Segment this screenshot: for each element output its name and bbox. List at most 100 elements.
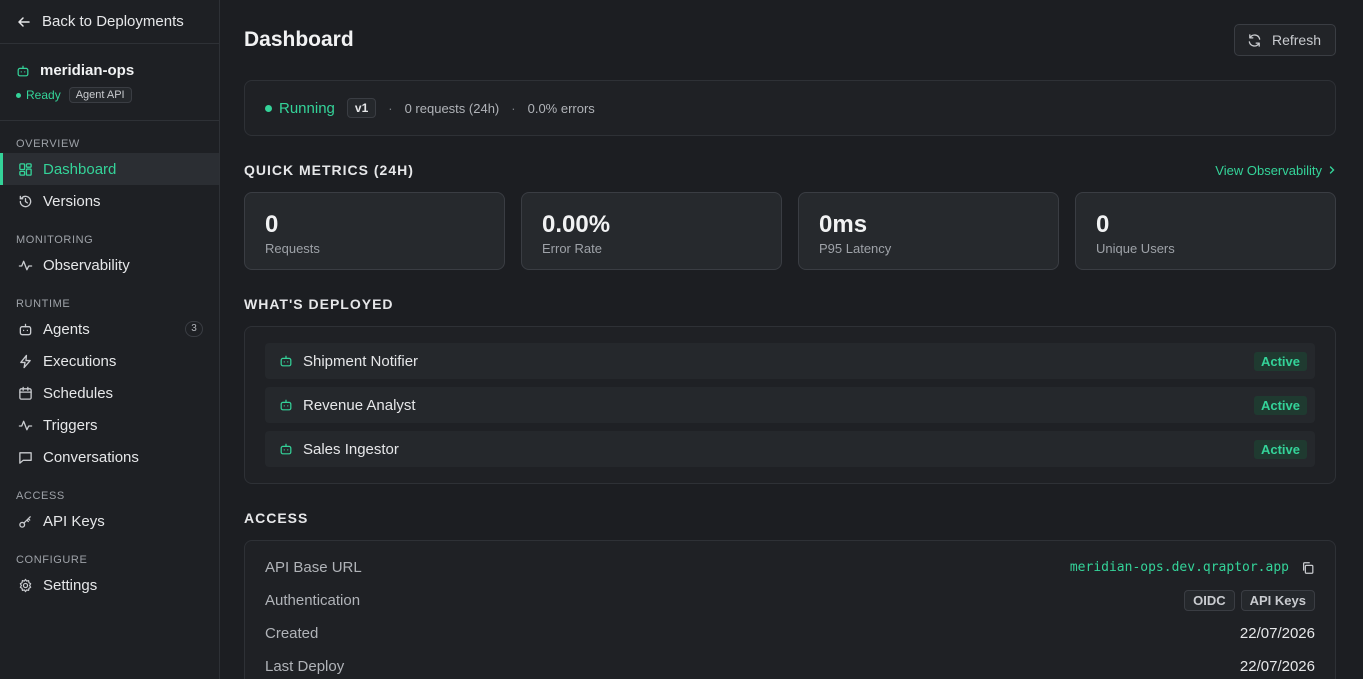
sidebar: Back to Deployments meridian-ops Ready A…	[0, 0, 220, 679]
bot-icon	[280, 399, 292, 411]
bot-icon	[280, 355, 292, 367]
auth-methods: OIDC API Keys	[1184, 590, 1315, 611]
agent-name: Sales Ingestor	[303, 440, 399, 458]
sidebar-item-schedules[interactable]: Schedules	[0, 377, 219, 409]
sidebar-item-executions[interactable]: Executions	[0, 345, 219, 377]
metric-value: 0.00%	[542, 211, 611, 238]
section-title: QUICK METRICS (24H)	[244, 162, 414, 178]
chevron-right-icon	[1329, 166, 1335, 174]
nav-section-title: OVERVIEW	[16, 138, 80, 150]
activity-icon	[18, 260, 33, 270]
metric-value: 0ms	[819, 211, 868, 238]
type-chip: Agent API	[68, 87, 132, 103]
nav-section-monitoring: MONITORING Observability	[0, 231, 219, 281]
agent-name: Revenue Analyst	[303, 396, 416, 414]
calendar-icon	[19, 386, 32, 400]
deployed-agents-list: Shipment Notifier Active Revenue Analyst…	[244, 326, 1336, 484]
access-details: API Base URL meridian-ops.dev.qraptor.ap…	[244, 540, 1336, 679]
view-observability-link[interactable]: View Observability	[1215, 163, 1336, 178]
sidebar-item-label: Schedules	[43, 384, 114, 402]
separator: ·	[511, 100, 516, 116]
zap-icon	[20, 354, 31, 368]
running-label: Running	[279, 99, 335, 117]
nav-section-title: CONFIGURE	[16, 554, 88, 566]
auth-chip-api-keys: API Keys	[1240, 590, 1315, 611]
link-label: View Observability	[1215, 162, 1322, 178]
row-label: Last Deploy	[265, 658, 345, 675]
metric-card-unique-users: 0 Unique Users	[1075, 192, 1336, 270]
row-label: Created	[265, 625, 319, 642]
separator: ·	[388, 100, 393, 116]
running-status: Running	[265, 100, 335, 117]
errors-summary: 0.0% errors	[527, 100, 595, 116]
page-header: Dashboard Refresh	[244, 0, 1336, 80]
project-header: meridian-ops Ready Agent API	[0, 44, 219, 121]
deployment-status-bar: Running v1 · 0 requests (24h) · 0.0% err…	[244, 80, 1336, 136]
row-label: API Base URL	[265, 559, 362, 576]
sidebar-item-settings[interactable]: Settings	[0, 569, 219, 601]
bot-icon	[280, 443, 292, 455]
metric-card-error-rate: 0.00% Error Rate	[521, 192, 782, 270]
nav-section-runtime: RUNTIME Agents 3 Executions Schedules Tr…	[0, 295, 219, 473]
list-item[interactable]: Revenue Analyst Active	[265, 387, 1315, 423]
metrics-grid: 0 Requests 0.00% Error Rate 0ms P95 Late…	[244, 192, 1336, 270]
refresh-button[interactable]: Refresh	[1233, 24, 1336, 56]
metric-label: P95 Latency	[819, 241, 892, 256]
history-icon	[19, 195, 32, 207]
status-badge: Active	[1253, 395, 1307, 415]
section-title: WHAT'S DEPLOYED	[244, 296, 394, 312]
layout-grid-icon	[19, 162, 32, 176]
back-to-deployments-link[interactable]: Back to Deployments	[0, 0, 219, 44]
api-base-url: meridian-ops.dev.qraptor.app	[1070, 560, 1315, 575]
list-item[interactable]: Shipment Notifier Active	[265, 343, 1315, 379]
key-icon	[19, 515, 31, 528]
requests-summary: 0 requests (24h)	[404, 100, 500, 116]
nav-section-configure: CONFIGURE Settings	[0, 551, 219, 601]
bot-icon	[19, 323, 32, 335]
sidebar-item-label: API Keys	[43, 512, 105, 530]
sidebar-item-observability[interactable]: Observability	[0, 249, 219, 281]
sidebar-item-label: Versions	[43, 192, 101, 210]
authentication-row: Authentication OIDC API Keys	[265, 584, 1315, 617]
ready-status: Ready	[16, 88, 61, 102]
sidebar-item-versions[interactable]: Versions	[0, 185, 219, 217]
status-badge: Active	[1253, 351, 1307, 371]
sidebar-item-label: Settings	[43, 576, 98, 594]
metric-label: Requests	[265, 241, 320, 256]
nav-section-access: ACCESS API Keys	[0, 487, 219, 537]
metric-value: 0	[1096, 211, 1110, 238]
section-title: ACCESS	[244, 510, 309, 526]
status-dot	[265, 104, 272, 112]
sidebar-item-agents[interactable]: Agents 3	[0, 313, 219, 345]
metric-label: Error Rate	[542, 241, 602, 256]
sidebar-item-label: Conversations	[43, 448, 139, 466]
status-dot	[16, 92, 21, 98]
nav-section-title: ACCESS	[16, 490, 65, 502]
sidebar-item-label: Agents	[43, 320, 90, 338]
sidebar-item-label: Executions	[43, 352, 117, 370]
nav-section-title: RUNTIME	[16, 298, 71, 310]
ready-label: Ready	[26, 88, 61, 102]
deployed-header: WHAT'S DEPLOYED	[244, 296, 1336, 312]
sidebar-item-conversations[interactable]: Conversations	[0, 441, 219, 473]
copy-icon[interactable]	[1301, 561, 1315, 575]
project-name: meridian-ops	[40, 62, 135, 79]
version-chip: v1	[346, 98, 377, 118]
last-deploy-date: 22/07/2026	[1239, 658, 1315, 675]
quick-metrics-header: QUICK METRICS (24H) View Observability	[244, 162, 1336, 178]
metric-card-requests: 0 Requests	[244, 192, 505, 270]
auth-chip-oidc: OIDC	[1184, 590, 1235, 611]
api-base-url-value: meridian-ops.dev.qraptor.app	[1069, 560, 1289, 575]
created-date: 22/07/2026	[1239, 625, 1315, 642]
metric-label: Unique Users	[1096, 241, 1175, 256]
sidebar-item-dashboard[interactable]: Dashboard	[0, 153, 219, 185]
nav-section-title: MONITORING	[16, 234, 94, 246]
sidebar-item-api-keys[interactable]: API Keys	[0, 505, 219, 537]
sidebar-item-triggers[interactable]: Triggers	[0, 409, 219, 441]
page-title: Dashboard	[244, 28, 354, 51]
list-item[interactable]: Sales Ingestor Active	[265, 431, 1315, 467]
activity-icon	[18, 420, 33, 430]
message-square-icon	[19, 451, 32, 464]
back-label: Back to Deployments	[42, 13, 184, 30]
status-badge: Active	[1253, 439, 1307, 459]
